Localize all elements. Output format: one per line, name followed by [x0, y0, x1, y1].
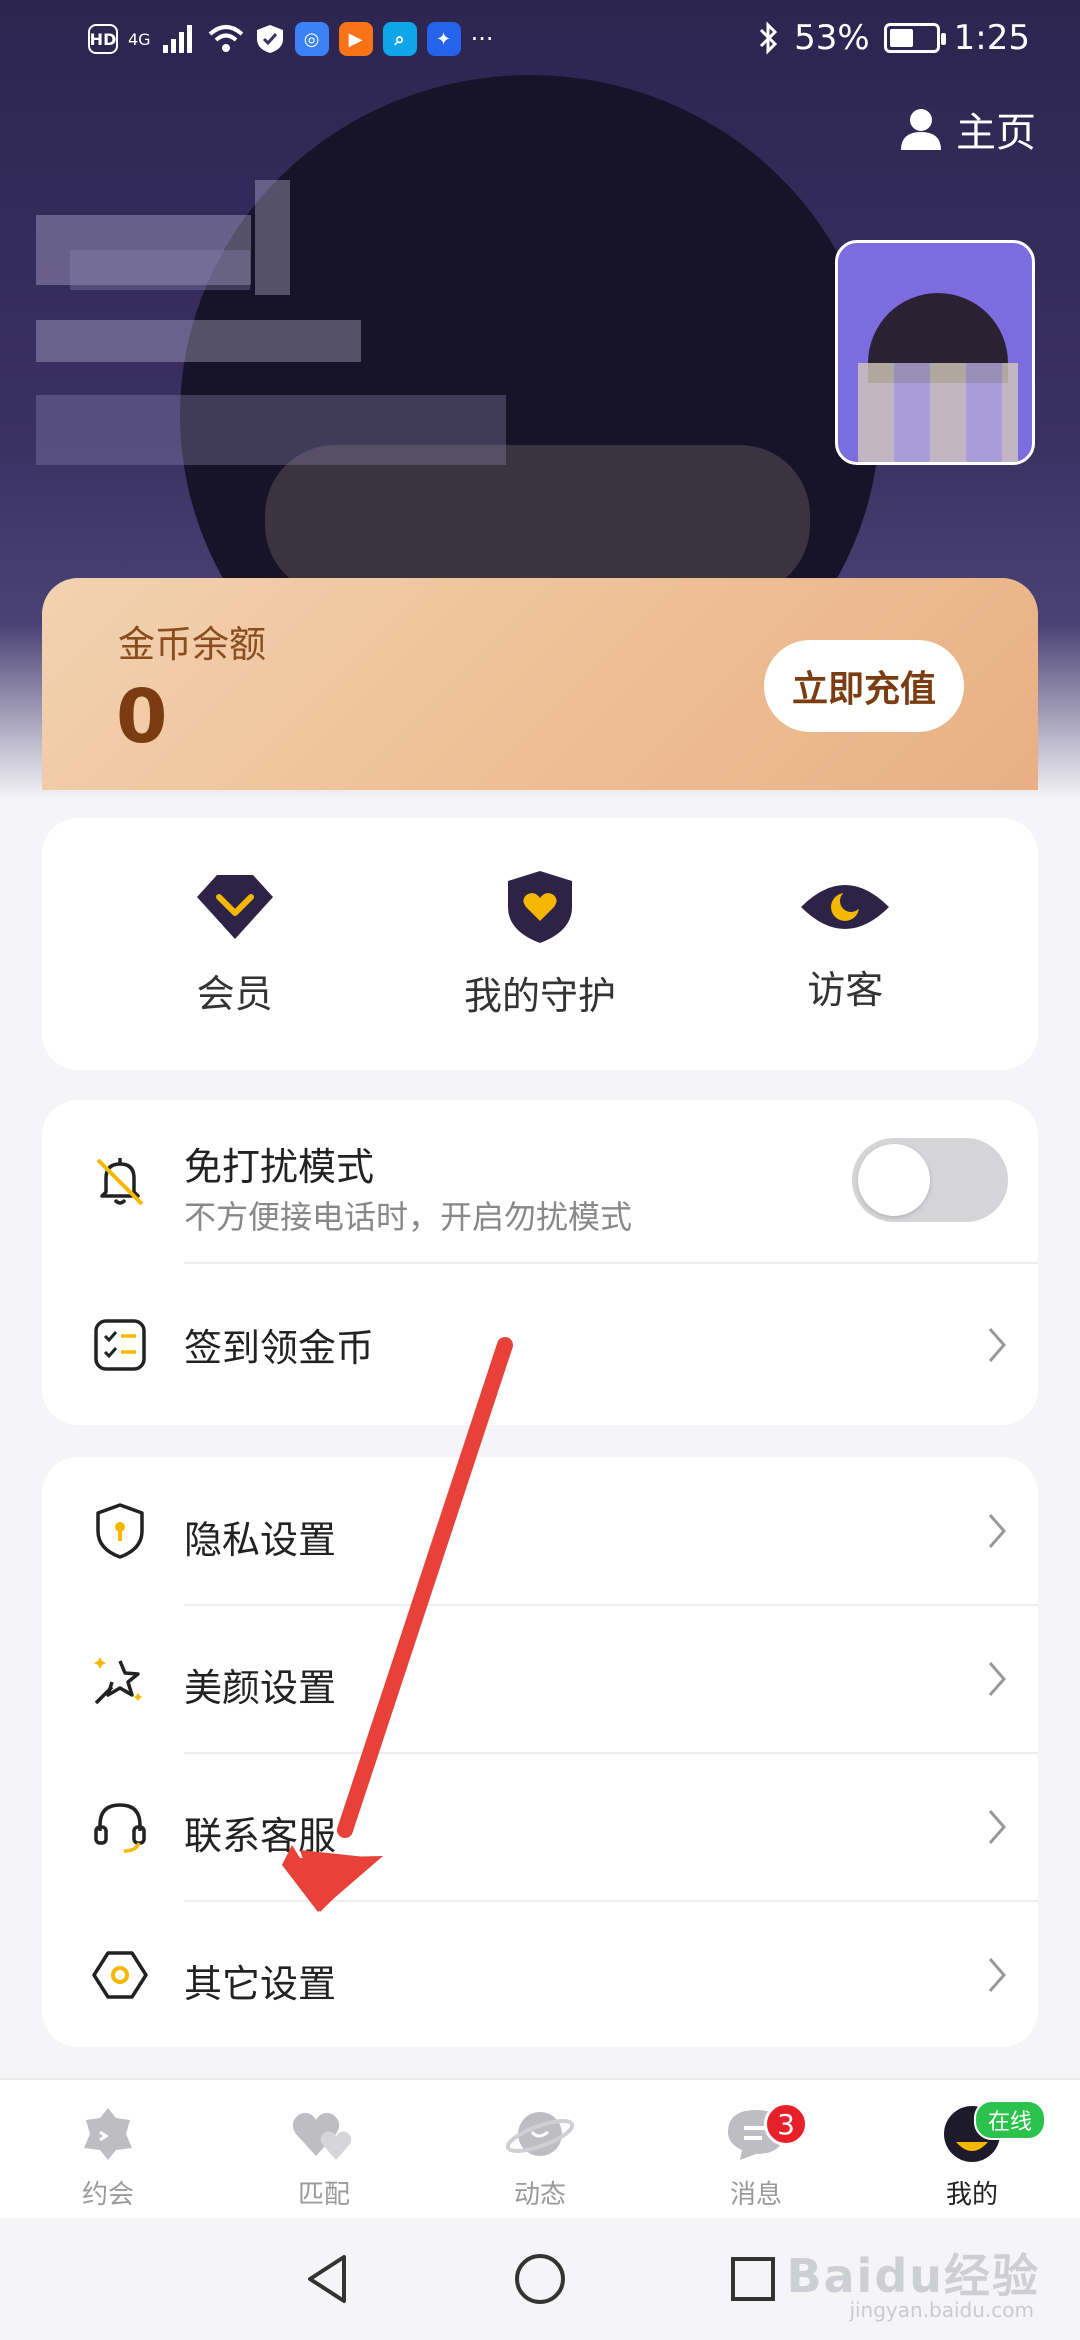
other-settings-row[interactable]: 其它设置 — [42, 1901, 1038, 2047]
bulb-app-icon: ✦ — [426, 22, 461, 56]
planet-icon — [505, 2112, 575, 2156]
status-bar: HD 4G ◎ ▶ ⌕ ✦ ··· 53% 1:25 — [0, 0, 1080, 80]
planet-dating-icon — [84, 2108, 132, 2160]
settings-card-2: 隐私设置 美颜设置 联系客服 其它设置 — [42, 1457, 1038, 2047]
vip-diamond-icon — [196, 874, 273, 939]
tab-moments-label: 动态 — [513, 2180, 566, 2210]
bottom-tab-bar: 约会 匹配 动态 3 消息 在线 我的 — [0, 2078, 1080, 2218]
bell-muted-icon — [96, 1158, 144, 1206]
hearts-match-icon — [292, 2112, 352, 2160]
chevron-right-icon — [988, 1662, 1006, 1696]
battery-percent: 53% — [794, 18, 870, 58]
signal-icon — [162, 25, 192, 53]
profile-header: HD 4G ◎ ▶ ⌕ ✦ ··· 53% 1:25 主页 金币余额 0 立即充… — [0, 0, 1080, 800]
profile-background-shadow — [265, 445, 810, 595]
hd-icon: HD — [88, 24, 118, 54]
visitors-label: 访客 — [807, 967, 884, 1012]
my-guardian-label: 我的守护 — [463, 973, 616, 1018]
tab-dating[interactable]: 约会 — [0, 2080, 216, 2218]
checklist-icon — [94, 1319, 146, 1371]
home-label: 主页 — [956, 110, 1036, 156]
status-right: 53% 1:25 — [758, 18, 1030, 58]
back-nav-icon[interactable] — [302, 2251, 352, 2307]
quick-actions-card: 会员 我的守护 访客 — [42, 818, 1038, 1070]
chevron-right-icon — [988, 1514, 1006, 1548]
checkin-row[interactable]: 签到领金币 — [42, 1265, 1038, 1425]
wifi-icon — [208, 25, 243, 52]
coin-balance-label: 金币余额 — [118, 623, 266, 666]
vip-label: 会员 — [196, 971, 273, 1016]
watermark: Baidu经验 — [786, 2249, 1040, 2303]
privacy-shield-icon — [96, 1503, 144, 1559]
person-icon — [901, 109, 941, 150]
tab-messages[interactable]: 3 消息 — [648, 2080, 864, 2218]
checkin-title: 签到领金币 — [184, 1326, 375, 1370]
support-row[interactable]: 联系客服 — [42, 1753, 1038, 1901]
beauty-title: 美颜设置 — [184, 1666, 337, 1710]
battery-icon — [883, 23, 946, 53]
dnd-row: 免打扰模式 不方便接电话时，开启勿扰模式 — [42, 1100, 1038, 1265]
coin-balance-value: 0 — [116, 674, 168, 760]
tab-me-label: 我的 — [945, 2180, 998, 2210]
other-settings-title: 其它设置 — [184, 1962, 337, 2006]
unread-badge: 3 — [764, 2102, 808, 2146]
chevron-right-icon — [988, 1328, 1006, 1362]
beauty-row[interactable]: 美颜设置 — [42, 1605, 1038, 1753]
dnd-toggle[interactable] — [852, 1138, 1008, 1222]
privacy-row[interactable]: 隐私设置 — [42, 1457, 1038, 1605]
tab-dating-label: 约会 — [81, 2180, 134, 2210]
dnd-subtitle: 不方便接电话时，开启勿扰模式 — [184, 1198, 633, 1236]
recents-nav-icon[interactable] — [728, 2254, 778, 2304]
app-notification-icon: ◎ — [294, 22, 329, 56]
vip-entry[interactable]: 会员 — [105, 871, 365, 1018]
dnd-title: 免打扰模式 — [184, 1145, 375, 1189]
recharge-button[interactable]: 立即充值 — [764, 640, 964, 732]
bluetooth-icon — [760, 21, 778, 55]
clock: 1:25 — [953, 18, 1030, 58]
support-title: 联系客服 — [184, 1814, 337, 1858]
tab-me[interactable]: 在线 我的 — [864, 2080, 1080, 2218]
more-notifications-icon: ··· — [470, 25, 494, 53]
privacy-title: 隐私设置 — [184, 1518, 337, 1562]
search-app-icon: ⌕ — [382, 22, 417, 56]
settings-card-1: 免打扰模式 不方便接电话时，开启勿扰模式 签到领金币 — [42, 1100, 1038, 1425]
magic-wand-star-icon — [94, 1657, 143, 1705]
watermark-url: jingyan.baidu.com — [849, 2298, 1034, 2322]
eye-moon-icon — [801, 884, 890, 929]
headset-icon — [94, 1803, 146, 1853]
shield-check-icon — [256, 25, 283, 53]
home-page-link[interactable]: 主页 — [898, 100, 1036, 158]
home-nav-icon[interactable] — [512, 2251, 568, 2307]
status-left-icons: HD 4G ◎ ▶ ⌕ ✦ ··· — [88, 22, 493, 56]
profile-avatar[interactable] — [835, 240, 1035, 465]
visitors-entry[interactable]: 访客 — [715, 875, 975, 1014]
tab-moments[interactable]: 动态 — [432, 2080, 648, 2218]
network-type-label: 4G — [128, 29, 151, 49]
tab-match-label: 匹配 — [297, 2180, 350, 2210]
chevron-right-icon — [988, 1810, 1006, 1844]
online-status-badge: 在线 — [974, 2100, 1047, 2140]
toggle-knob — [858, 1144, 930, 1216]
coin-balance-card: 金币余额 0 立即充值 — [42, 578, 1038, 790]
my-guardian-entry[interactable]: 我的守护 — [410, 869, 670, 1020]
tab-match[interactable]: 匹配 — [216, 2080, 432, 2218]
video-app-icon: ▶ — [338, 22, 373, 56]
tab-messages-label: 消息 — [729, 2180, 782, 2210]
heart-shield-icon — [507, 870, 572, 943]
chevron-right-icon — [988, 1958, 1006, 1992]
divider — [184, 1262, 1038, 1264]
hexagon-gear-icon — [92, 1951, 148, 1999]
